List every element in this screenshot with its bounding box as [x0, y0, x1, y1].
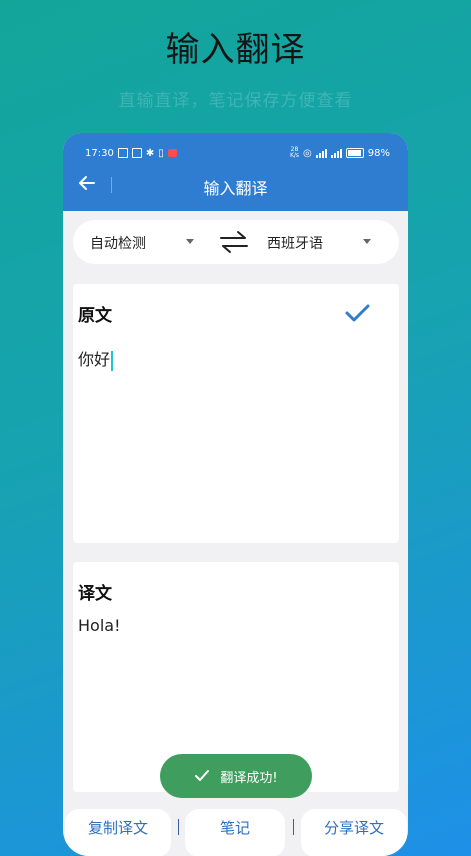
share-translation-button[interactable]: 分享译文: [301, 809, 407, 856]
signal-icon: [330, 148, 342, 158]
status-time: 17:30: [85, 147, 114, 159]
toast-message: 翻译成功!: [220, 770, 278, 786]
copy-translation-button[interactable]: 复制译文: [65, 809, 171, 856]
promo-title: 输入翻译: [165, 30, 306, 70]
battery-percent: 98%: [367, 147, 390, 159]
net-speed: 28 K/s: [289, 146, 300, 159]
check-icon: [195, 770, 210, 781]
action-bar: 复制译文 笔记 分享译文: [63, 807, 408, 856]
phone-screen: 17:30 ✱ ▯ 28 K/s ◎ 98% 输入翻译 自动检测 西班牙语 原文…: [63, 133, 408, 856]
app-bar: 17:30 ✱ ▯ 28 K/s ◎ 98% 输入翻译: [63, 133, 408, 211]
hotspot-icon: ◎: [303, 147, 312, 159]
language-selector-bar: 自动检测 西班牙语: [73, 220, 399, 264]
caret-down-icon[interactable]: [363, 239, 371, 244]
action-divider: [293, 819, 294, 835]
bluetooth-icon: ✱: [145, 147, 155, 159]
swap-arrows-icon[interactable]: [219, 228, 249, 262]
page-title: 输入翻译: [203, 179, 268, 198]
caret-down-icon[interactable]: [186, 239, 194, 244]
source-label: 原文: [78, 306, 112, 326]
signal-icon: [315, 148, 327, 158]
source-text: 你好: [78, 350, 111, 369]
notification-icon: [117, 148, 128, 158]
target-language-select[interactable]: 西班牙语: [267, 233, 323, 253]
check-icon[interactable]: [342, 298, 372, 328]
action-divider: [178, 819, 179, 835]
status-bar: 17:30 ✱ ▯ 28 K/s ◎ 98%: [85, 145, 390, 161]
source-text-card[interactable]: 原文 你好: [73, 284, 399, 543]
record-icon: [167, 149, 177, 157]
source-language-select[interactable]: 自动检测: [90, 233, 146, 253]
vibrate-icon: ▯: [158, 147, 164, 159]
notification-icon: [131, 148, 142, 158]
battery-icon: [345, 148, 364, 158]
source-input[interactable]: 你好: [78, 346, 114, 371]
success-toast: 翻译成功!: [160, 754, 312, 798]
translation-label: 译文: [78, 584, 112, 604]
notes-button[interactable]: 笔记: [185, 809, 285, 856]
translation-text: Hola!: [78, 616, 121, 635]
text-cursor: [111, 350, 114, 371]
promo-subtitle: 直输直译，笔记保存方便查看: [118, 91, 353, 111]
